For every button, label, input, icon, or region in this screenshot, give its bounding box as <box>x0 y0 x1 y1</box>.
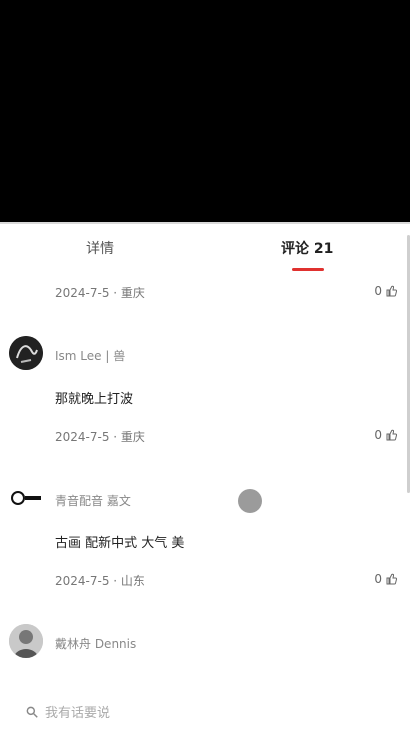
like-count: 0 <box>374 572 382 586</box>
comment-input-placeholder: 我有话要说 <box>45 706 111 721</box>
comment-meta: 2024-7-5 · 山东 <box>55 574 145 588</box>
thumbs-up-icon <box>386 573 398 585</box>
video-player[interactable] <box>0 0 410 222</box>
comment-list[interactable]: 2024-7-5 · 重庆 0 Ism Lee | 兽 那就晚上打波 2024-… <box>0 272 410 682</box>
avatar[interactable] <box>9 624 43 658</box>
floating-indicator <box>238 489 262 513</box>
comment-input[interactable]: 我有话要说 <box>25 702 110 721</box>
comment-author[interactable]: 戴林舟 Dennis <box>55 635 136 652</box>
comment-author[interactable]: 青音配音 嘉文 <box>55 492 131 509</box>
like-count: 0 <box>374 428 382 442</box>
comment-input-bar[interactable]: 我有话要说 <box>0 690 410 737</box>
thumbs-up-icon <box>386 285 398 297</box>
comment-text: 古画 配新中式 大气 美 <box>55 536 185 551</box>
thumbs-up-icon <box>386 429 398 441</box>
avatar[interactable] <box>9 481 43 515</box>
comment-text: 那就晚上打波 <box>55 392 134 407</box>
user-avatar-icon <box>9 624 43 658</box>
tab-comments[interactable]: 评论 21 <box>281 238 333 258</box>
like-button[interactable]: 0 <box>374 284 398 298</box>
user-avatar-icon <box>9 336 43 370</box>
tab-details[interactable]: 详情 <box>86 238 114 258</box>
comment-author[interactable]: Ism Lee | 兽 <box>55 347 125 364</box>
like-count: 0 <box>374 284 382 298</box>
comment-meta: 2024-7-5 · 重庆 <box>55 430 145 444</box>
search-icon <box>26 706 38 718</box>
avatar[interactable] <box>9 336 43 370</box>
comment-meta: 2024-7-5 · 重庆 <box>55 286 145 300</box>
like-button[interactable]: 0 <box>374 572 398 586</box>
active-tab-indicator <box>292 268 324 271</box>
like-button[interactable]: 0 <box>374 428 398 442</box>
brand-avatar-icon <box>9 481 43 515</box>
tabs: 详情 评论 21 <box>0 224 410 272</box>
